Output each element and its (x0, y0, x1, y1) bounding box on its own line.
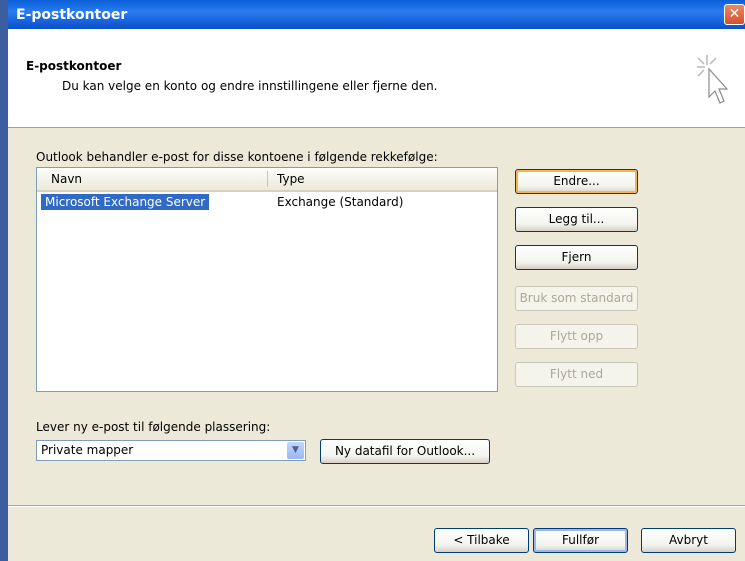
column-separator[interactable] (267, 171, 268, 187)
back-button[interactable]: < Tilbake (434, 528, 529, 553)
new-datafile-button[interactable]: Ny datafil for Outlook... (320, 439, 490, 464)
window-title: E-postkontoer (16, 6, 128, 23)
move-down-button[interactable]: Flytt ned (515, 362, 638, 387)
finish-button[interactable]: Fullfør (533, 528, 628, 553)
close-button[interactable]: ✕ (724, 4, 745, 25)
delivery-location-dropdown[interactable]: Private mapper ▼ (36, 440, 306, 461)
dropdown-value: Private mapper (41, 443, 134, 457)
remove-button[interactable]: Fjern (515, 245, 638, 270)
change-button[interactable]: Endre... (515, 169, 638, 194)
dialog-header: E-postkontoer Du kan velge en konto og e… (8, 29, 745, 128)
accounts-list-label: Outlook behandler e-post for disse konto… (36, 150, 438, 164)
set-default-button[interactable]: Bruk som standard (515, 286, 638, 311)
account-name[interactable]: Microsoft Exchange Server (41, 194, 210, 210)
list-header: Navn Type (37, 168, 497, 192)
column-header-name[interactable]: Navn (51, 172, 82, 186)
footer-divider (8, 505, 745, 507)
header-subtitle: Du kan velge en konto og endre innstilli… (62, 79, 438, 93)
accounts-list[interactable]: Navn Type Microsoft Exchange Server Exch… (36, 167, 498, 392)
move-up-button[interactable]: Flytt opp (515, 324, 638, 349)
window-left-border (0, 0, 8, 561)
title-bar[interactable]: E-postkontoer ✕ (8, 0, 745, 29)
chevron-down-icon[interactable]: ▼ (287, 442, 304, 459)
cancel-button[interactable]: Avbryt (641, 528, 736, 553)
account-row[interactable]: Microsoft Exchange Server Exchange (Stan… (37, 194, 497, 210)
delivery-label: Lever ny e-post til følgende plassering: (36, 420, 271, 434)
add-button[interactable]: Legg til... (515, 207, 638, 232)
column-header-type[interactable]: Type (277, 172, 305, 186)
account-type: Exchange (Standard) (277, 195, 404, 209)
cursor-sparkle-icon (697, 55, 729, 104)
header-title: E-postkontoer (26, 59, 122, 73)
close-icon: ✕ (728, 6, 741, 22)
